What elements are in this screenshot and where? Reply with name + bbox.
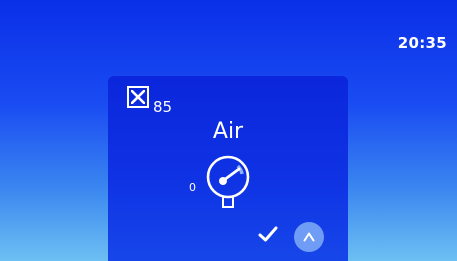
up-button[interactable] [294,222,324,252]
scale-min-label: 0 [189,181,196,194]
chevron-up-icon [303,232,315,242]
gas-name-label: Air [212,119,244,144]
gas-panel: 85 Air 0 [108,76,348,261]
x-box-icon [127,86,149,108]
pressure-gauge-icon [206,155,250,208]
level-value: 85 [153,98,173,116]
checkmark-icon[interactable] [258,224,278,244]
clock: 20:35 [397,34,447,52]
gas-display-screen: 20:35 85 Air 0 [0,0,457,261]
